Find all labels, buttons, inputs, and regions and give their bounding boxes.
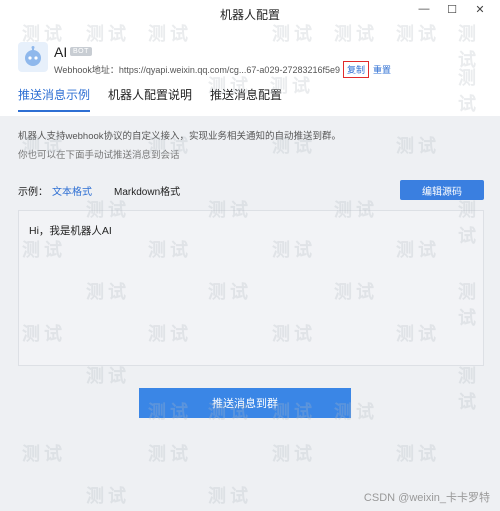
webhook-row: Webhook地址： https://qyapi.weixin.qq.com/c… bbox=[54, 61, 391, 78]
bot-config-window: 机器人配置 — ☐ ✕ AI BOT Webhook地址： https://qy… bbox=[0, 0, 500, 511]
close-button[interactable]: ✕ bbox=[466, 0, 494, 18]
bot-avatar-icon bbox=[18, 42, 48, 72]
webhook-url: https://qyapi.weixin.qq.com/cg...67-a029… bbox=[118, 64, 341, 75]
format-row: 示例： 文本格式 Markdown格式 编辑源码 bbox=[18, 180, 484, 200]
message-text: Hi，我是机器人AI bbox=[29, 225, 112, 237]
bot-name: AI bbox=[54, 44, 68, 60]
format-markdown-link[interactable]: Markdown格式 bbox=[114, 183, 180, 198]
bot-badge: BOT bbox=[70, 47, 92, 56]
example-label: 示例： bbox=[18, 186, 48, 198]
description-line-1: 机器人支持webhook协议的自定义接入，实现业务相关通知的自动推送到群。 bbox=[18, 131, 342, 142]
tab-config-guide[interactable]: 机器人配置说明 bbox=[108, 86, 192, 112]
maximize-button[interactable]: ☐ bbox=[438, 0, 466, 18]
tab-bar: 推送消息示例 机器人配置说明 推送消息配置 bbox=[18, 86, 300, 112]
window-controls: — ☐ ✕ bbox=[410, 0, 494, 18]
format-text-link[interactable]: 文本格式 bbox=[52, 183, 92, 198]
window-title: 机器人配置 bbox=[219, 7, 280, 22]
minimize-button[interactable]: — bbox=[410, 0, 438, 18]
bot-header: AI BOT Webhook地址： https://qyapi.weixin.q… bbox=[18, 42, 488, 82]
webhook-label: Webhook地址： bbox=[54, 65, 119, 75]
credit-watermark: CSDN @weixin_卡卡罗特 bbox=[363, 492, 490, 504]
tab-push-example[interactable]: 推送消息示例 bbox=[18, 86, 91, 112]
edit-source-button[interactable]: 编辑源码 bbox=[400, 180, 484, 200]
description-line-2: 你也可以在下面手动试推送消息到会话 bbox=[18, 150, 180, 161]
message-preview-box[interactable]: Hi，我是机器人AI bbox=[18, 210, 484, 366]
tab-push-config[interactable]: 推送消息配置 bbox=[210, 86, 282, 112]
title-bar: 机器人配置 — ☐ ✕ bbox=[0, 0, 500, 28]
copy-link[interactable]: 复制 bbox=[343, 61, 370, 78]
push-message-button[interactable]: 推送消息到群 bbox=[139, 388, 351, 418]
reset-link[interactable]: 重置 bbox=[373, 63, 391, 76]
content-panel: 机器人支持webhook协议的自定义接入，实现业务相关通知的自动推送到群。 你也… bbox=[0, 116, 500, 511]
